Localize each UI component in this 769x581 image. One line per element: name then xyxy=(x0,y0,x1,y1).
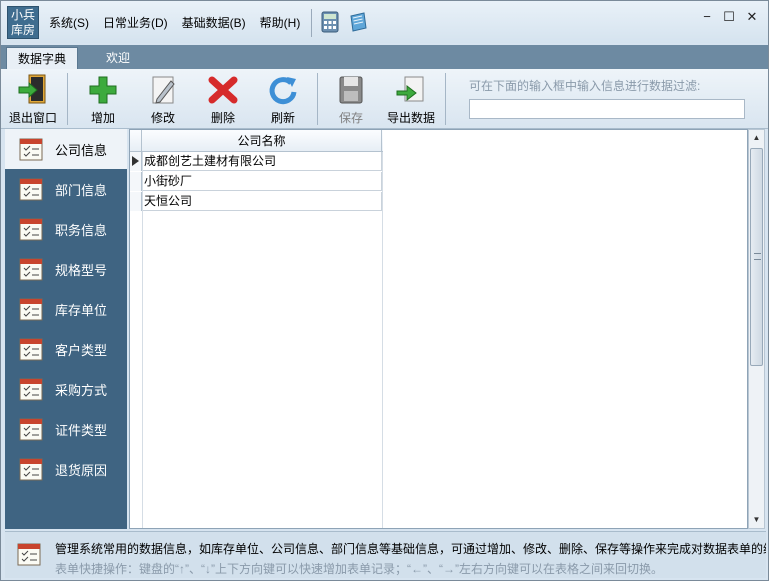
clipboard-icon xyxy=(19,218,43,241)
grid-line xyxy=(142,152,143,528)
export-data-button[interactable]: 导出数据 xyxy=(383,73,439,129)
exit-window-label: 退出窗口 xyxy=(8,111,57,125)
filter-hint: 可在下面的输入框中输入信息进行数据过滤: xyxy=(469,79,701,93)
sidebar-item-label: 公司信息 xyxy=(55,142,108,158)
info-bar: 管理系统常用的数据信息，如库存单位、公司信息、部门信息等基础信息，可通过增加、修… xyxy=(5,531,766,578)
app-logo: 小兵 库房 xyxy=(7,6,39,39)
edit-label: 修改 xyxy=(150,111,175,125)
sidebar-item-label: 库存单位 xyxy=(55,302,108,318)
scroll-down-icon[interactable]: ▼ xyxy=(749,512,764,528)
sidebar-item-return-reason[interactable]: 退货原因 xyxy=(5,449,127,489)
info-description: 管理系统常用的数据信息，如库存单位、公司信息、部门信息等基础信息，可通过增加、修… xyxy=(55,542,766,556)
clipboard-icon xyxy=(17,543,41,566)
refresh-icon xyxy=(269,77,297,105)
menu-bar: 系统(S) 日常业务(D) 基础数据(B) 帮助(H) xyxy=(49,14,314,31)
delete-x-icon xyxy=(208,76,238,104)
sidebar-item-spec-model[interactable]: 规格型号 xyxy=(5,249,127,289)
refresh-label: 刷新 xyxy=(270,111,295,125)
exit-door-icon xyxy=(18,74,46,104)
sidebar-item-label: 证件类型 xyxy=(55,422,108,438)
plus-icon xyxy=(89,76,117,104)
grip-icon xyxy=(754,253,761,260)
sidebar-item-department-info[interactable]: 部门信息 xyxy=(5,169,127,209)
menu-base-data[interactable]: 基础数据(B) xyxy=(182,14,246,31)
tab-data-dictionary[interactable]: 数据字典 xyxy=(6,47,78,69)
toolbar-separator xyxy=(445,73,446,125)
row-header-corner xyxy=(130,130,142,152)
main-window: 小兵 库房 系统(S) 日常业务(D) 基础数据(B) 帮助(H) − ☐ ✕ … xyxy=(0,0,769,581)
sidebar-item-position-info[interactable]: 职务信息 xyxy=(5,209,127,249)
tab-bar: 数据字典 欢迎 xyxy=(1,45,768,69)
sidebar-item-stock-unit[interactable]: 库存单位 xyxy=(5,289,127,329)
column-header-company-name[interactable]: 公司名称 xyxy=(142,130,382,152)
sidebar: 公司信息 部门信息 职务信息 规格型号 库存单位 客户类型 采购方式 证件类型 xyxy=(5,129,127,529)
row-header[interactable] xyxy=(130,172,142,191)
clipboard-icon xyxy=(19,258,43,281)
table-cell[interactable]: 小街砂厂 xyxy=(143,172,382,191)
save-label: 保存 xyxy=(338,111,363,125)
grid-header: 公司名称 xyxy=(130,130,383,152)
edit-button[interactable]: 修改 xyxy=(135,73,191,129)
add-label: 增加 xyxy=(90,111,115,125)
pencil-icon xyxy=(152,76,175,104)
sidebar-item-label: 客户类型 xyxy=(55,342,108,358)
grid-line xyxy=(382,152,383,528)
delete-label: 删除 xyxy=(210,111,235,125)
add-button[interactable]: 增加 xyxy=(75,73,131,129)
clipboard-icon xyxy=(19,458,43,481)
sidebar-item-label: 采购方式 xyxy=(55,382,108,398)
clipboard-icon xyxy=(19,378,43,401)
maximize-button[interactable]: ☐ xyxy=(719,9,739,25)
row-header[interactable] xyxy=(130,152,142,171)
sidebar-item-label: 职务信息 xyxy=(55,222,108,238)
table-row[interactable]: 成都创艺土建材有限公司 xyxy=(130,152,383,171)
save-disk-icon xyxy=(339,76,363,104)
menu-separator xyxy=(311,9,312,37)
refresh-button[interactable]: 刷新 xyxy=(255,73,311,129)
scroll-thumb[interactable] xyxy=(750,148,763,366)
delete-button[interactable]: 删除 xyxy=(195,73,251,129)
filter-input[interactable] xyxy=(469,99,745,119)
calculator-icon[interactable] xyxy=(319,11,341,33)
clipboard-icon xyxy=(19,338,43,361)
menu-help[interactable]: 帮助(H) xyxy=(260,14,301,31)
export-icon xyxy=(396,76,424,102)
export-data-label: 导出数据 xyxy=(386,111,435,125)
sidebar-item-id-type[interactable]: 证件类型 xyxy=(5,409,127,449)
clipboard-icon xyxy=(19,138,43,161)
title-bar: 小兵 库房 系统(S) 日常业务(D) 基础数据(B) 帮助(H) − ☐ ✕ xyxy=(1,1,768,43)
sidebar-item-customer-type[interactable]: 客户类型 xyxy=(5,329,127,369)
toolbar: 退出窗口 增加 修改 删除 刷新 保存 导出数据 可在下面的输入框中输入信息进行… xyxy=(1,69,768,129)
row-header[interactable] xyxy=(130,192,142,211)
sidebar-item-company-info[interactable]: 公司信息 xyxy=(5,129,127,169)
toolbar-separator xyxy=(317,73,318,125)
logo-line-2: 库房 xyxy=(10,23,35,37)
table-row[interactable]: 小街砂厂 xyxy=(130,172,383,191)
current-row-arrow-icon xyxy=(132,156,139,166)
menu-daily-business[interactable]: 日常业务(D) xyxy=(103,14,168,31)
logo-line-1: 小兵 xyxy=(10,8,35,22)
save-button[interactable]: 保存 xyxy=(323,73,379,129)
table-row[interactable]: 天恒公司 xyxy=(130,192,383,211)
sidebar-item-label: 部门信息 xyxy=(55,182,108,198)
minimize-button[interactable]: − xyxy=(697,9,717,24)
scroll-up-icon[interactable]: ▲ xyxy=(749,130,764,146)
toolbar-separator xyxy=(67,73,68,125)
clipboard-icon xyxy=(19,298,43,321)
close-button[interactable]: ✕ xyxy=(742,9,762,25)
data-grid: 公司名称 成都创艺土建材有限公司 小街砂厂 天恒公司 xyxy=(129,129,748,529)
sidebar-item-label: 规格型号 xyxy=(55,262,108,278)
table-cell[interactable]: 天恒公司 xyxy=(143,192,382,211)
sidebar-item-purchase-method[interactable]: 采购方式 xyxy=(5,369,127,409)
tab-welcome[interactable]: 欢迎 xyxy=(83,47,153,69)
notepad-icon[interactable] xyxy=(347,11,369,33)
menu-system[interactable]: 系统(S) xyxy=(49,14,89,31)
sidebar-item-label: 退货原因 xyxy=(55,462,108,478)
clipboard-icon xyxy=(19,178,43,201)
table-cell[interactable]: 成都创艺土建材有限公司 xyxy=(143,152,382,171)
info-shortcut-hint: 表单快捷操作：键盘的“↑”、“↓”上下方向键可以快速增加表单记录；“←”、“→”… xyxy=(55,562,663,576)
vertical-scrollbar[interactable]: ▲ ▼ xyxy=(748,129,765,529)
clipboard-icon xyxy=(19,418,43,441)
exit-window-button[interactable]: 退出窗口 xyxy=(5,73,61,129)
